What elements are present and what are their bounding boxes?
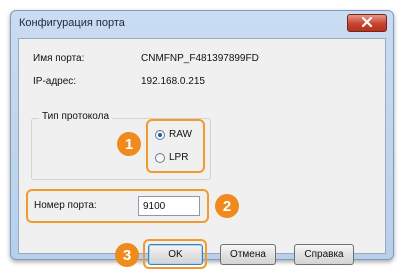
radio-lpr-indicator[interactable] <box>155 152 165 163</box>
close-button[interactable] <box>347 14 387 32</box>
ip-address-value: 192.168.0.215 <box>141 76 205 87</box>
port-name-label: Имя порта: <box>33 53 85 64</box>
callout-highlight-1 <box>146 119 205 173</box>
help-button[interactable]: Справка <box>294 244 354 265</box>
radio-raw-label: RAW <box>169 129 192 140</box>
cancel-button[interactable]: Отмена <box>220 244 276 265</box>
close-icon <box>361 14 373 32</box>
dialog-title: Конфигурация порта <box>19 17 125 29</box>
callout-badge-3: 3 <box>115 243 139 267</box>
port-number-input[interactable] <box>138 196 200 216</box>
radio-raw-indicator[interactable] <box>155 129 165 140</box>
callout-badge-2: 2 <box>215 194 239 218</box>
radio-lpr[interactable]: LPR <box>155 152 188 163</box>
dialog-body: Имя порта: CNMFNP_F481397899FD IP-адрес:… <box>18 38 386 269</box>
callout-badge-1: 1 <box>117 132 141 156</box>
radio-raw[interactable]: RAW <box>155 129 192 140</box>
port-number-label: Номер порта: <box>34 200 97 211</box>
ok-button[interactable]: OK <box>148 244 203 265</box>
port-name-value: CNMFNP_F481397899FD <box>141 53 259 64</box>
protocol-group-title: Тип протокола <box>39 111 113 122</box>
radio-lpr-label: LPR <box>169 152 189 163</box>
ip-address-label: IP-адрес: <box>33 76 77 87</box>
port-config-dialog: Конфигурация порта Имя порта: CNMFNP_F48… <box>10 10 394 269</box>
